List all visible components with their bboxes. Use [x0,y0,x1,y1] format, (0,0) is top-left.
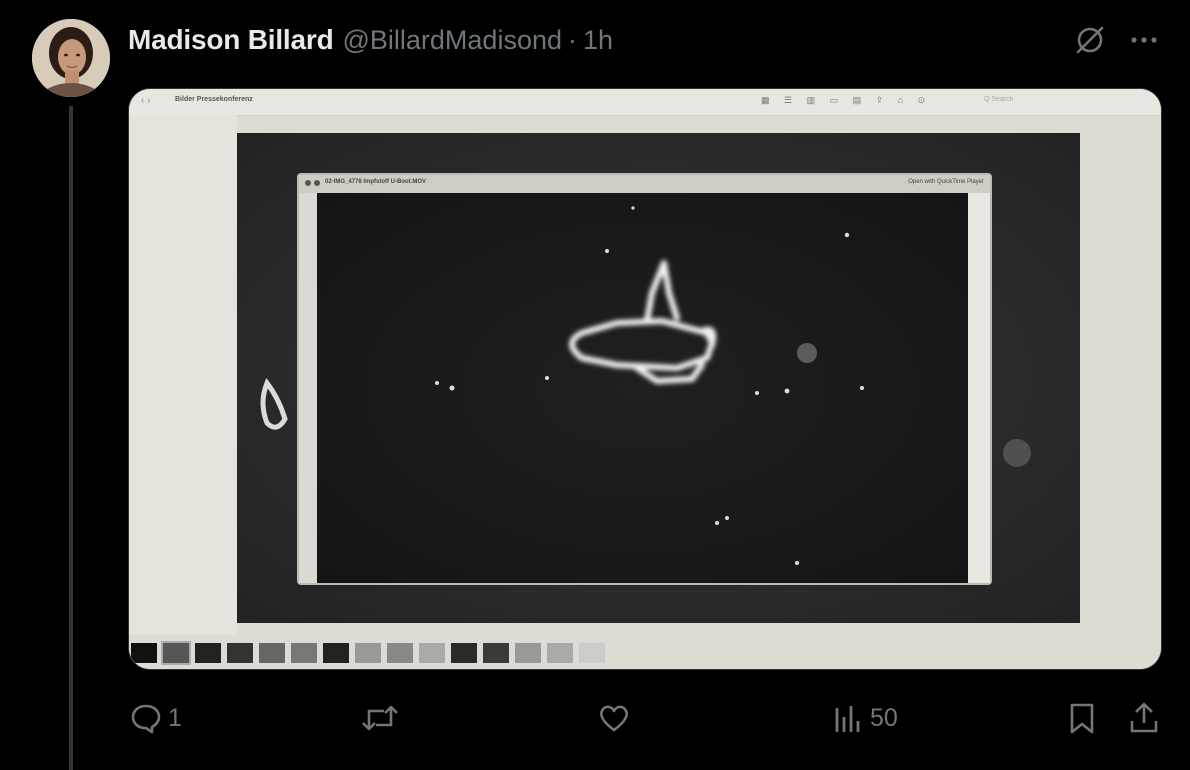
filmstrip-thumb [483,643,509,663]
filmstrip-thumb [451,643,477,663]
post-actions: 1 50 [0,696,1190,740]
filmstrip-thumb [131,643,157,663]
share-button[interactable] [1128,696,1160,740]
share-icon [1130,702,1158,733]
views-icon [835,706,860,732]
more-icon[interactable] [1124,20,1164,60]
heart-icon [600,705,628,732]
reply-count: 1 [168,703,182,732]
reply-button[interactable]: 1 [130,696,182,740]
filmstrip-thumb [419,643,445,663]
quicklook-titlebar: 02-IMG_4778 Impfstoff U-Boot.MOV Open wi… [299,175,990,193]
filmstrip-thumb [515,643,541,663]
views-button[interactable]: 50 [832,696,898,740]
bookmark-icon [1070,703,1094,734]
filmstrip-thumb [161,641,191,665]
post-time[interactable]: 1h [583,25,613,56]
video-frame [317,193,968,583]
filmstrip-thumb [547,643,573,663]
filmstrip-thumb [387,643,413,663]
quicklook-open-button: Open with QuickTime Player [908,179,984,185]
quicklook-filename: 02-IMG_4778 Impfstoff U-Boot.MOV [325,179,427,185]
thread-line [69,106,73,770]
filmstrip-thumb [355,643,381,663]
finder-folder-title: Bilder Pressekonferenz [175,96,253,103]
post-media[interactable]: ‹ › Bilder Pressekonferenz ▦ ☰ ▥ ▭ ▤ ⇪ ⌂… [128,88,1162,670]
filmstrip-thumb [195,643,221,663]
reply-icon [131,704,161,734]
filmstrip-thumb [227,643,253,663]
window-controls [305,180,320,186]
repost-button[interactable] [360,696,406,740]
submarine-shape [435,206,864,565]
repost-icon [362,705,398,731]
bookmark-button[interactable] [1066,696,1098,740]
finder-nav-arrows: ‹ › [141,95,151,106]
quicklook-window: 02-IMG_4778 Impfstoff U-Boot.MOV Open wi… [297,173,992,585]
finder-toolbar: ‹ › Bilder Pressekonferenz ▦ ☰ ▥ ▭ ▤ ⇪ ⌂… [129,89,1161,116]
quicklook-left-edge [299,193,317,583]
filmstrip-thumb [579,643,605,663]
finder-filmstrip [129,637,1161,669]
filmstrip-thumb [259,643,285,663]
finder-sidebar [129,115,237,635]
views-count: 50 [870,703,898,732]
filmstrip-thumb [323,643,349,663]
post-header: Madison Billard @BillardMadisond · 1h [128,22,613,58]
filmstrip-thumb [291,643,317,663]
separator: · [568,24,577,55]
author-name[interactable]: Madison Billard [128,24,334,56]
finder-tool-icons: ▦ ☰ ▥ ▭ ▤ ⇪ ⌂ ⊙ [761,95,932,105]
author-handle[interactable]: @BillardMadisond [342,25,562,56]
grok-icon[interactable] [1070,20,1110,60]
avatar-image [32,19,110,97]
finder-search: Q Search [984,96,1014,103]
avatar[interactable] [32,19,110,97]
quicklook-right-edge [968,193,990,583]
like-button[interactable] [597,696,637,740]
